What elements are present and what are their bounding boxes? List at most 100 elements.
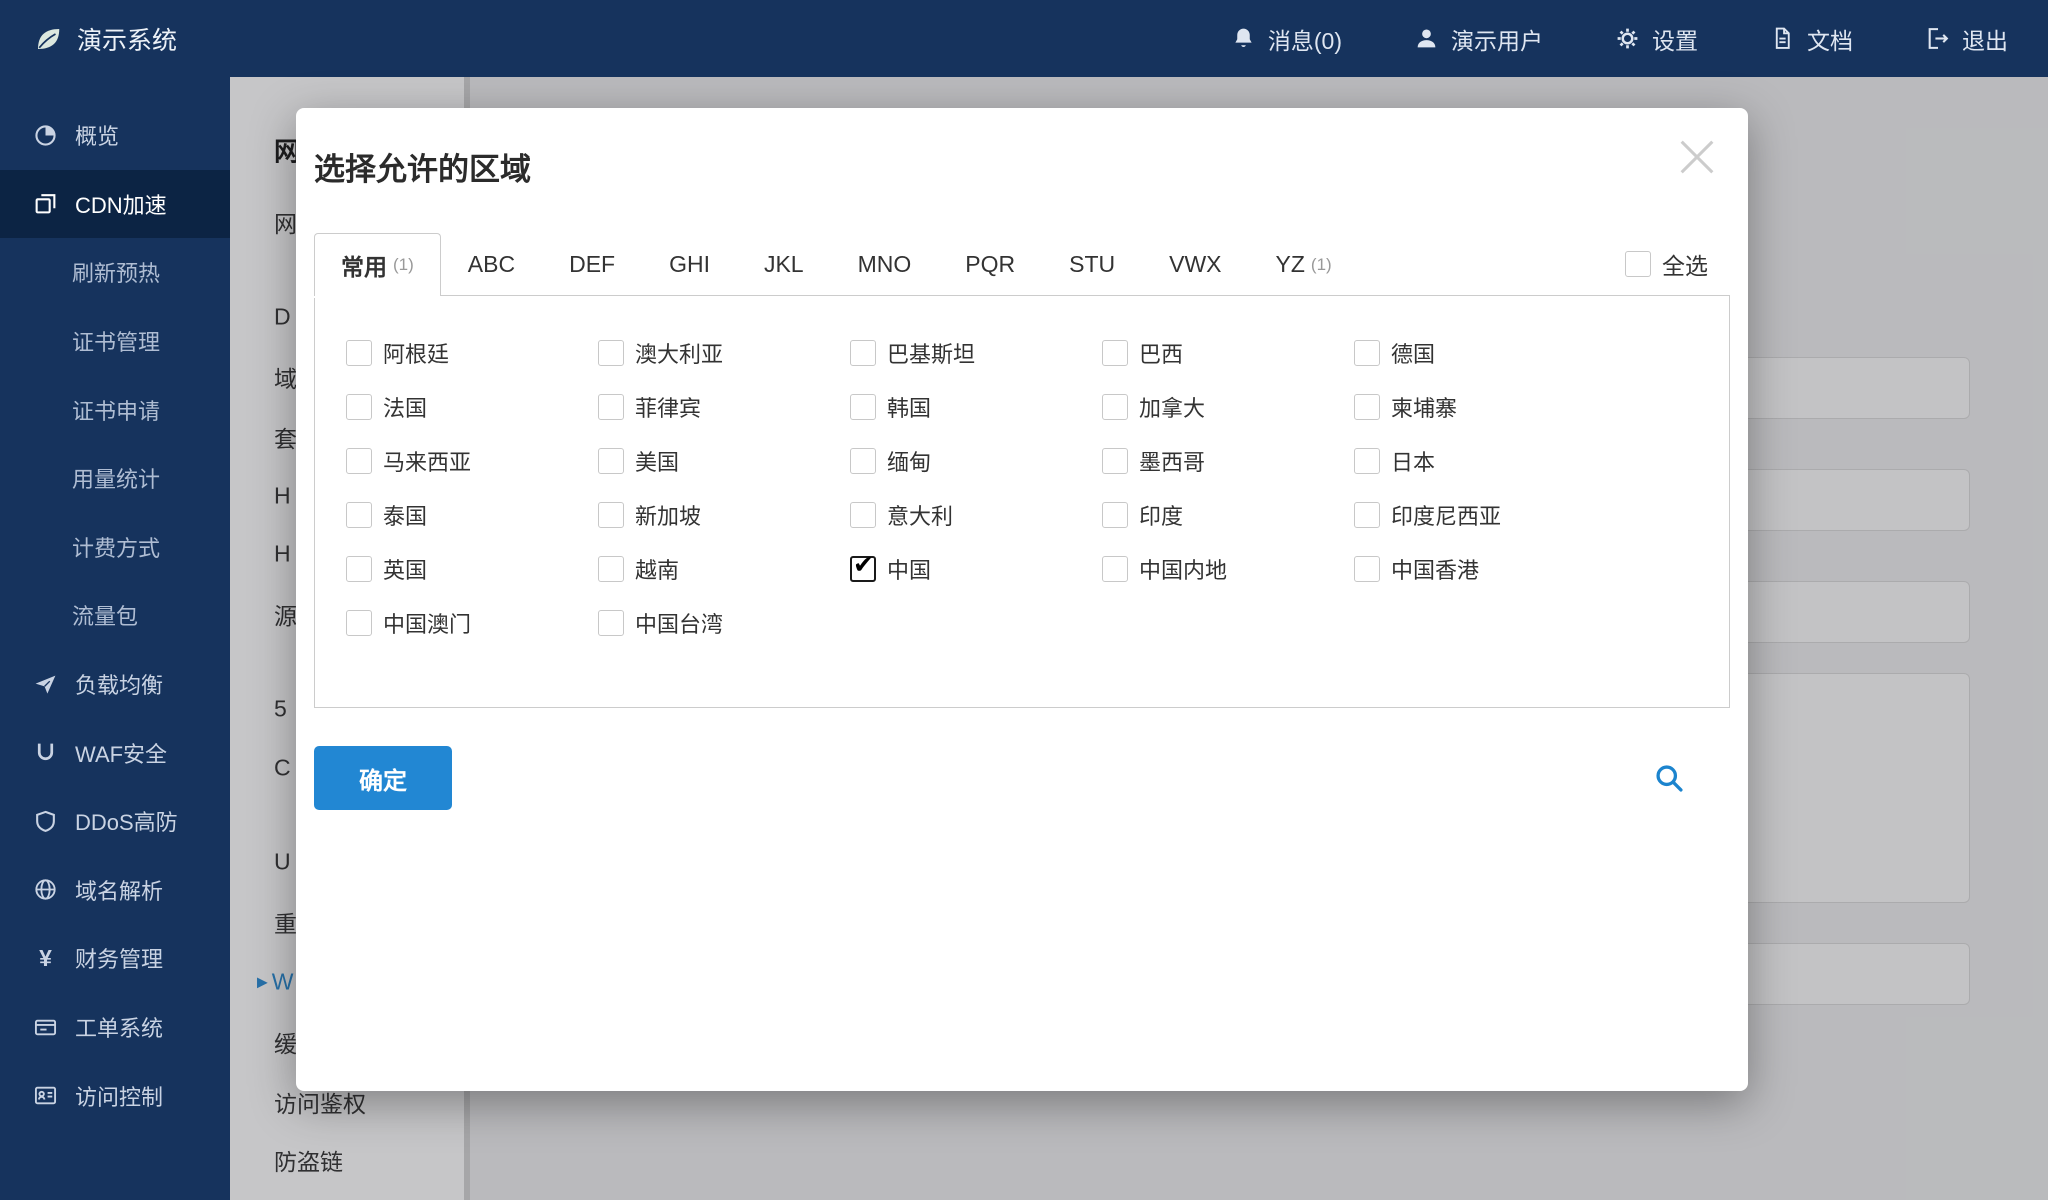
region-option[interactable]: 巴基斯坦 (850, 337, 1102, 369)
region-option[interactable]: 加拿大 (1102, 391, 1354, 423)
checkbox (850, 448, 876, 474)
tab-PQR[interactable]: PQR (938, 233, 1042, 295)
region-option[interactable]: 阿根廷 (346, 337, 598, 369)
tab-DEF[interactable]: DEF (542, 233, 642, 295)
tab-label: JKL (763, 251, 804, 277)
region-option[interactable]: ✔ 中国 (850, 551, 1102, 585)
checkbox (1354, 556, 1380, 582)
checkbox (346, 610, 372, 636)
region-option[interactable]: 墨西哥 (1102, 445, 1354, 477)
region-option[interactable]: 菲律宾 (598, 391, 850, 423)
select-all-checkbox[interactable]: 全选 (1625, 247, 1708, 281)
checkbox (346, 448, 372, 474)
checkbox (1354, 394, 1380, 420)
region-option[interactable]: 日本 (1354, 445, 1606, 477)
region-option[interactable]: 马来西亚 (346, 445, 598, 477)
sidebar-item[interactable]: CDN加速 (0, 169, 230, 239)
region-option[interactable]: 中国内地 (1102, 553, 1354, 585)
tab-GHI[interactable]: GHI (642, 233, 737, 295)
tab-YZ[interactable]: YZ (1) (1249, 233, 1359, 295)
sidebar-item[interactable]: 流量包 (0, 581, 230, 650)
topnav-item-logout[interactable]: 退出 (1925, 22, 2008, 56)
tab-MNO[interactable]: MNO (831, 233, 939, 295)
region-option[interactable]: 新加坡 (598, 499, 850, 531)
region-option[interactable]: 意大利 (850, 499, 1102, 531)
sidebar-item[interactable]: 证书管理 (0, 307, 230, 376)
close-icon[interactable] (1674, 134, 1720, 180)
region-option[interactable]: 柬埔寨 (1354, 391, 1606, 423)
sidebar-item[interactable]: DDoS高防 (0, 787, 230, 856)
sidebar-item[interactable]: 概览 (0, 101, 230, 170)
tab-label: 常用 (341, 254, 387, 280)
topnav-item-bell[interactable]: 消息(0) (1231, 22, 1342, 56)
sidebar-item[interactable]: 计费方式 (0, 513, 230, 582)
checkbox (1102, 556, 1128, 582)
region-option[interactable]: 巴西 (1102, 337, 1354, 369)
yen-icon: ¥ (39, 944, 52, 971)
sidebar-item-label: DDoS高防 (75, 810, 178, 836)
sidebar-item[interactable]: 用量统计 (0, 444, 230, 513)
checkbox (850, 502, 876, 528)
checkbox (850, 340, 876, 366)
sidebar-item-label: 财务管理 (75, 947, 164, 973)
region-option[interactable]: 美国 (598, 445, 850, 477)
sidebar-item-label: 访问控制 (75, 1084, 164, 1110)
select-all-label: 全选 (1662, 253, 1708, 279)
region-option[interactable]: 韩国 (850, 391, 1102, 423)
topnav-item-user[interactable]: 演示用户 (1414, 22, 1543, 56)
topnav: 消息(0) 演示用户 设置 文档 退出 (1231, 22, 2008, 56)
tab-JKL[interactable]: JKL (737, 233, 831, 295)
checkbox (598, 610, 624, 636)
sidebar-item-label: 域名解析 (75, 878, 164, 904)
checkbox (346, 502, 372, 528)
sidebar-item[interactable]: 访问控制 (0, 1061, 230, 1130)
region-option[interactable]: 中国台湾 (598, 607, 850, 639)
region-option[interactable]: 法国 (346, 391, 598, 423)
checkbox (598, 502, 624, 528)
topnav-item-doc[interactable]: 文档 (1770, 22, 1853, 56)
checkbox (598, 448, 624, 474)
checkbox (1354, 340, 1380, 366)
checkbox (1354, 448, 1380, 474)
region-option[interactable]: 德国 (1354, 337, 1606, 369)
tab-ABC[interactable]: ABC (441, 233, 542, 295)
sidebar-item[interactable]: 域名解析 (0, 856, 230, 925)
topnav-item-gear[interactable]: 设置 (1615, 22, 1698, 56)
region-option[interactable]: 澳大利亚 (598, 337, 850, 369)
region-option[interactable]: 越南 (598, 553, 850, 585)
cdn-icon (33, 191, 58, 216)
search-icon[interactable] (1653, 762, 1686, 795)
region-label: 英国 (383, 558, 428, 583)
sidebar-item-label: 概览 (75, 124, 120, 150)
sidebar-item[interactable]: 证书申请 (0, 375, 230, 444)
brand[interactable]: 演示系统 (33, 21, 177, 57)
region-option[interactable]: 泰国 (346, 499, 598, 531)
checkbox (1102, 448, 1128, 474)
region-option[interactable]: 中国香港 (1354, 553, 1606, 585)
sidebar-item[interactable]: 工单系统 (0, 993, 230, 1062)
tab-VWX[interactable]: VWX (1142, 233, 1248, 295)
region-label: 加拿大 (1139, 396, 1206, 421)
region-option[interactable]: 缅甸 (850, 445, 1102, 477)
region-label: 中国台湾 (635, 612, 724, 637)
tab-常用[interactable]: 常用 (1) (314, 233, 441, 296)
sidebar-item[interactable]: 负载均衡 (0, 650, 230, 719)
checkbox (598, 394, 624, 420)
region-option[interactable]: 中国澳门 (346, 607, 598, 639)
region-option[interactable]: 印度尼西亚 (1354, 499, 1606, 531)
region-label: 韩国 (887, 396, 932, 421)
region-label: 德国 (1391, 342, 1436, 367)
region-label: 澳大利亚 (635, 342, 724, 367)
sidebar-item-label: 工单系统 (75, 1016, 164, 1042)
sidebar-item[interactable]: ¥ 财务管理 (0, 924, 230, 993)
confirm-button[interactable]: 确定 (314, 746, 452, 810)
region-label: 中国 (887, 558, 932, 583)
topnav-label: 文档 (1807, 27, 1853, 54)
globe-icon (33, 877, 58, 902)
region-option[interactable]: 英国 (346, 553, 598, 585)
sidebar-item[interactable]: 刷新预热 (0, 238, 230, 307)
region-list: 阿根廷 澳大利亚 巴基斯坦 巴西 德国法国 菲律宾 韩国 加拿大 柬埔寨马来西亚 美国 缅甸 墨西哥 日… (314, 295, 1730, 708)
sidebar-item[interactable]: WAF安全 (0, 718, 230, 787)
region-option[interactable]: 印度 (1102, 499, 1354, 531)
tab-STU[interactable]: STU (1042, 233, 1142, 295)
